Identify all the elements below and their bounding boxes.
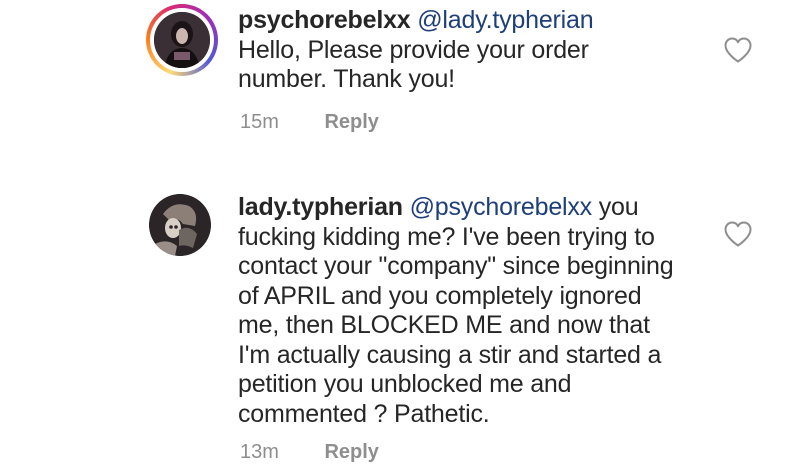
avatar-photo xyxy=(154,12,210,68)
reply-button[interactable]: Reply xyxy=(324,441,378,464)
heart-outline-icon[interactable] xyxy=(723,36,753,64)
comment-text: you fucking kidding me? I've been trying… xyxy=(238,193,674,428)
comment-mention[interactable]: @psychorebelxx xyxy=(410,193,593,221)
heart-outline-icon[interactable] xyxy=(723,220,753,248)
comment-body: psychorebelxx @lady.typherian Hello, Ple… xyxy=(238,6,658,95)
avatar-photo xyxy=(149,194,211,256)
comment-timestamp: 15m xyxy=(240,111,279,133)
comment-username[interactable]: lady.typherian xyxy=(238,193,403,221)
avatar[interactable] xyxy=(149,194,211,256)
comment-meta: 13m Reply xyxy=(240,441,379,464)
comment-timestamp: 13m xyxy=(240,441,279,463)
avatar[interactable] xyxy=(146,4,218,76)
reply-button[interactable]: Reply xyxy=(324,111,378,134)
comment-mention[interactable]: @lady.typherian xyxy=(417,6,593,34)
comment-text: Hello, Please provide your order number.… xyxy=(238,35,589,94)
comment-body: lady.typherian @psychorebelxx you fuckin… xyxy=(238,193,688,429)
comment-username[interactable]: psychorebelxx xyxy=(238,6,411,34)
comment-meta: 15m Reply xyxy=(240,111,379,134)
